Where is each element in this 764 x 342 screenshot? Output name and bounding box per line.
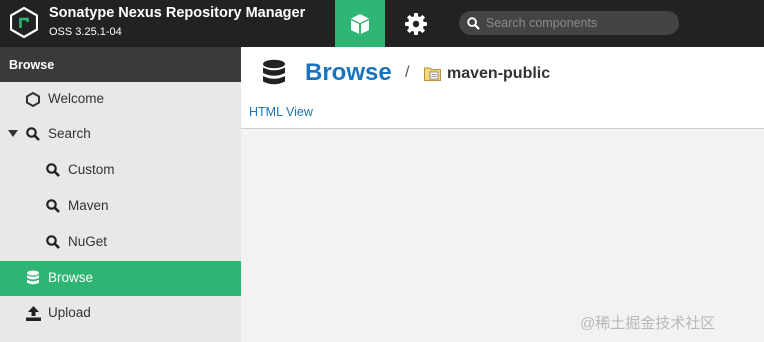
search-icon — [25, 126, 41, 142]
sidebar-item-browse[interactable]: Browse — [0, 261, 241, 296]
sidebar-item-label: Welcome — [48, 91, 105, 106]
sidebar-item-upload[interactable]: Upload — [0, 296, 241, 331]
sidebar-item-label: Custom — [68, 162, 115, 177]
browse-tree-area — [241, 130, 764, 342]
breadcrumb-separator: / — [405, 64, 410, 81]
page-header: Browse / maven-public HTML View — [241, 47, 764, 129]
main-panel: Browse / maven-public HTML View — [241, 47, 764, 342]
component-search[interactable] — [459, 11, 679, 35]
page-title: Browse — [305, 59, 392, 86]
database-icon — [25, 270, 41, 286]
caret-down-icon[interactable] — [5, 126, 21, 142]
database-icon — [263, 59, 285, 85]
sidebar-item-nuget[interactable]: NuGet — [0, 225, 241, 260]
sidebar: Browse Welcome Search Custom Maven NuGet — [0, 47, 241, 342]
sidebar-item-label: NuGet — [68, 234, 108, 249]
repository-folder-icon — [424, 67, 441, 81]
sidebar-item-label: Browse — [48, 270, 94, 285]
upload-icon — [25, 305, 41, 321]
administration-button[interactable] — [392, 0, 440, 47]
breadcrumb-repository: maven-public — [447, 65, 551, 82]
search-icon — [45, 198, 61, 214]
top-header: Sonatype Nexus Repository Manager OSS 3.… — [0, 0, 764, 47]
sidebar-title: Browse — [0, 47, 241, 82]
search-icon — [45, 162, 61, 178]
sidebar-item-maven[interactable]: Maven — [0, 189, 241, 224]
sidebar-item-label: Search — [48, 126, 91, 141]
cube-icon — [351, 13, 369, 34]
sidebar-item-search[interactable]: Search — [0, 117, 241, 152]
nexus-logo-icon[interactable] — [10, 7, 38, 38]
sidebar-item-custom[interactable]: Custom — [0, 153, 241, 188]
sidebar-item-welcome[interactable]: Welcome — [0, 82, 241, 117]
search-icon — [467, 16, 480, 30]
app-title: Sonatype Nexus Repository Manager — [49, 5, 306, 21]
hexagon-icon — [25, 91, 41, 107]
sidebar-item-label: Upload — [48, 305, 91, 320]
app-version: OSS 3.25.1-04 — [49, 26, 122, 38]
gear-icon — [405, 12, 427, 35]
watermark-text: @稀土掘金技术社区 — [580, 315, 716, 332]
sidebar-item-label: Maven — [68, 198, 109, 213]
browse-mode-button[interactable] — [335, 0, 385, 47]
search-input[interactable] — [486, 16, 671, 30]
search-icon — [45, 234, 61, 250]
html-view-link[interactable]: HTML View — [249, 105, 313, 119]
